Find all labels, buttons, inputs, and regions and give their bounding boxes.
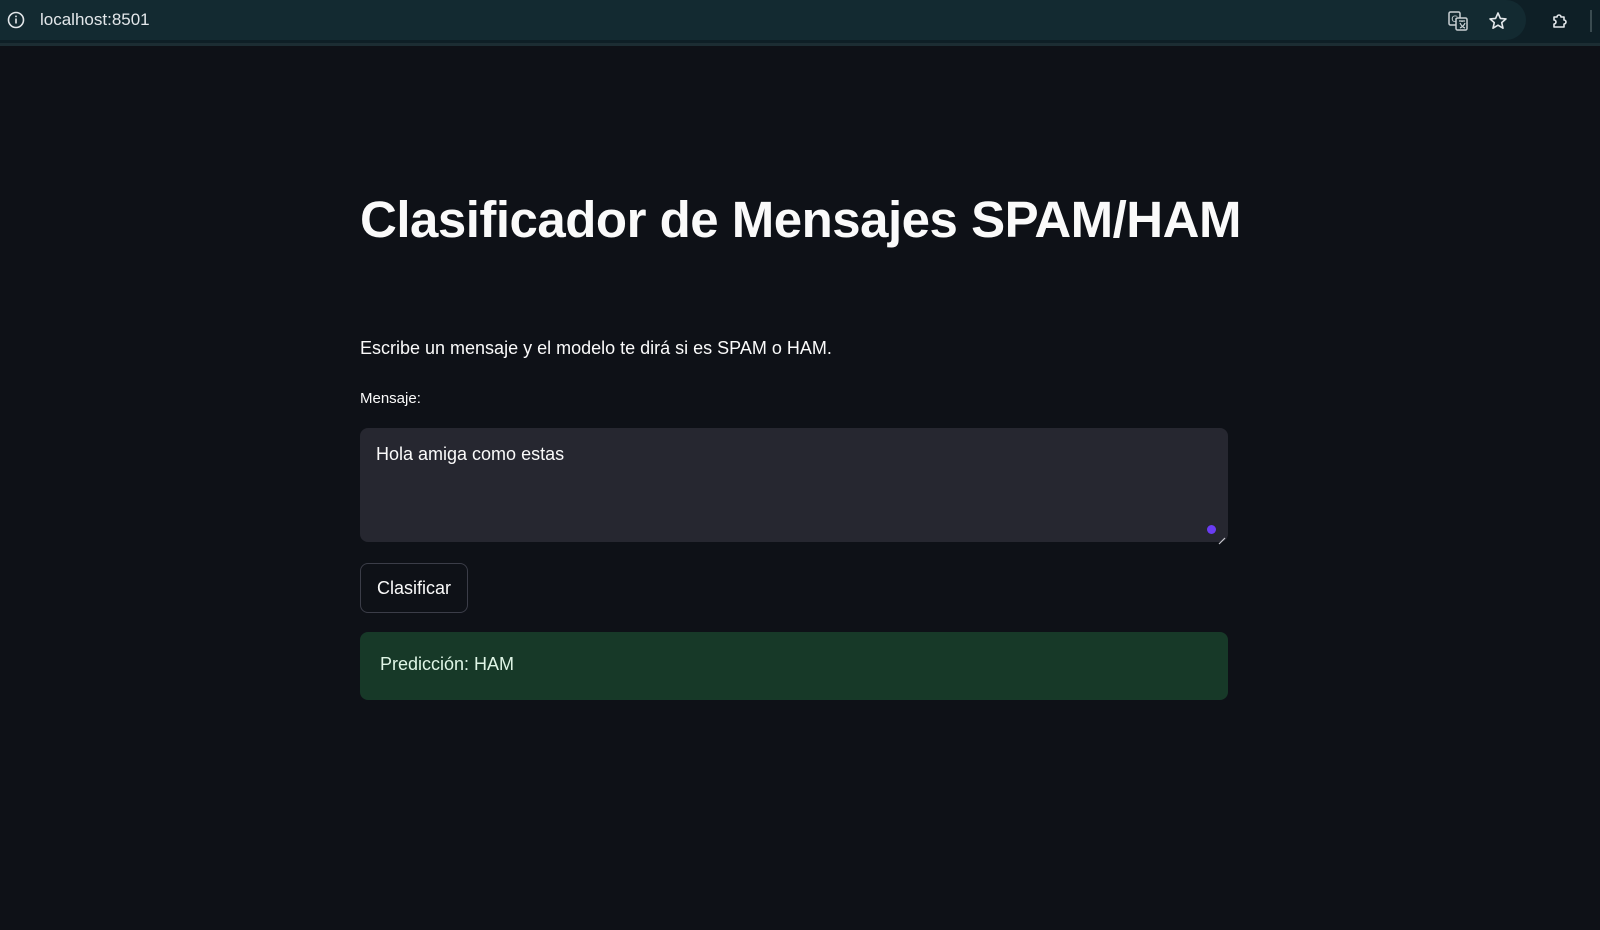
description-text: Escribe un mensaje y el modelo te dirá s… [360, 338, 832, 358]
grammar-extension-dot[interactable] [1207, 525, 1216, 534]
extensions-icon[interactable] [1548, 9, 1572, 33]
browser-toolbar: localhost:8501 G [0, 0, 1600, 46]
message-value[interactable]: Hola amiga como estas [376, 444, 564, 465]
toolbar-separator [1590, 10, 1592, 32]
star-icon[interactable] [1486, 9, 1510, 33]
url-text[interactable]: localhost:8501 [40, 10, 150, 30]
prediction-text: Predicción: HAM [380, 654, 515, 674]
message-label: Mensaje: [360, 390, 421, 407]
message-textarea[interactable]: Hola amiga como estas [360, 428, 1228, 545]
address-bar[interactable]: localhost:8501 G [0, 0, 1526, 40]
translate-icon[interactable]: G [1446, 9, 1470, 33]
resize-handle-icon[interactable] [1218, 532, 1226, 545]
site-info-icon[interactable] [6, 10, 26, 30]
prediction-alert: Predicción: HAM [360, 632, 1228, 700]
page-title: Clasificador de Mensajes SPAM/HAM [360, 191, 1241, 248]
classify-button[interactable]: Clasificar [360, 563, 468, 613]
